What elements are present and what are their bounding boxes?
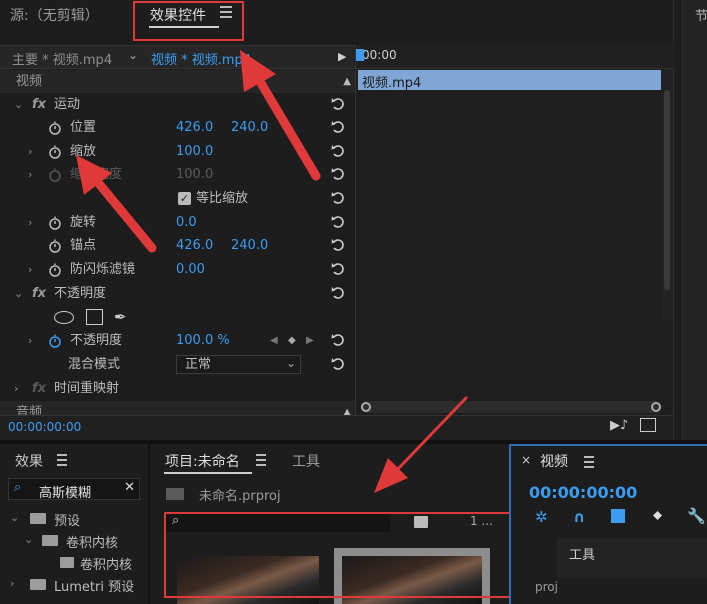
arrow-to-project [374,396,468,493]
arrow-to-effect-controls [240,50,321,181]
annotation-arrows [76,50,468,493]
arrow-to-scale [76,155,157,253]
